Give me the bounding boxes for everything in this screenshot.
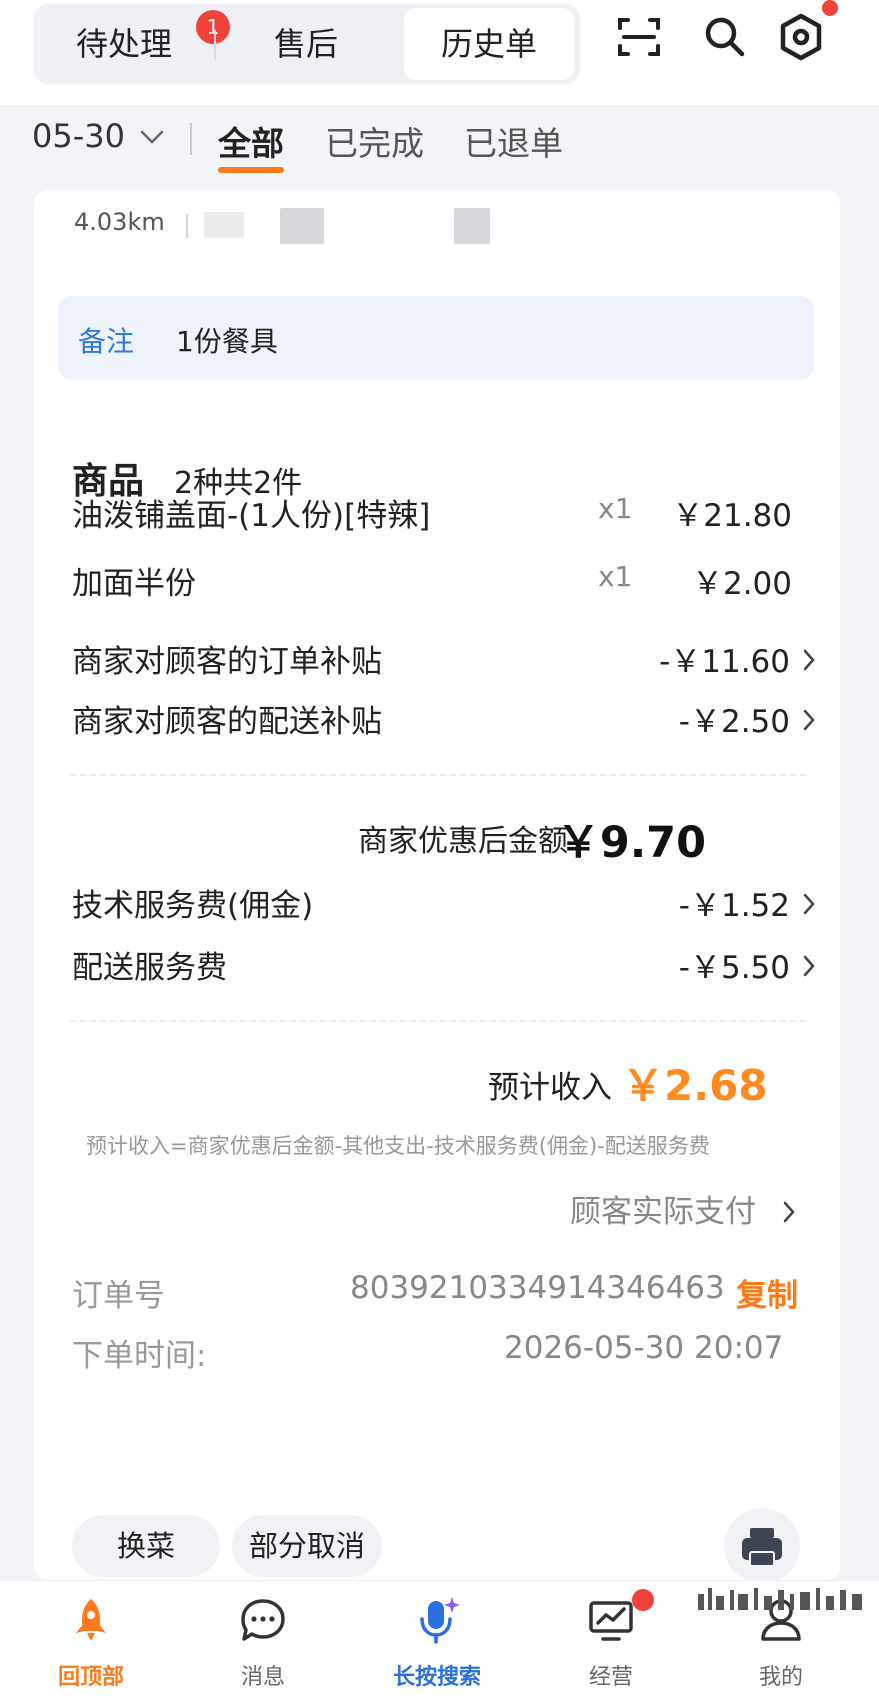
nav-label: 消息 [240, 1665, 285, 1690]
nav-label: 经营 [588, 1665, 633, 1690]
redacted-address [280, 208, 324, 244]
distance-divider [186, 214, 188, 238]
nav-label: 我的 [758, 1665, 803, 1690]
redacted-address [204, 212, 244, 238]
nav-label: 长按搜索 [392, 1665, 481, 1690]
printer-icon [742, 1528, 782, 1567]
filter-divider [190, 123, 192, 155]
business-notification-dot [632, 1589, 654, 1611]
subsidy-amount: -￥11.60 [659, 644, 790, 680]
order-time: 2026-05-30 20:07 [504, 1330, 784, 1366]
filter-bar: 05-30 全部 已完成 已退单 [0, 105, 879, 185]
nav-back-to-top[interactable]: 回顶部 [16, 1581, 166, 1703]
tab-after-sales[interactable]: 售后 [216, 4, 396, 84]
income-amount: ￥2.68 [622, 1061, 768, 1110]
chevron-right-icon [803, 649, 815, 671]
tab-pending-label: 待处理 [75, 25, 172, 63]
tab-history[interactable]: 历史单 [404, 8, 574, 80]
chat-bubble-icon [241, 1599, 285, 1641]
order-tab-segment: 待处理 1 售后 历史单 [34, 4, 580, 84]
goods-item-name: 加面半份 [72, 566, 196, 602]
delivery-fee-row[interactable]: 配送服务费 -￥5.50 [72, 942, 830, 992]
filter-tab-refunded[interactable]: 已退单 [464, 117, 563, 165]
after-discount-label: 商家优惠后金额 [358, 824, 568, 859]
top-bar: 待处理 1 售后 历史单 [0, 0, 879, 105]
order-note: 备注 1份餐具 [58, 296, 814, 380]
dashed-divider [70, 774, 806, 776]
rocket-icon [76, 1599, 106, 1641]
filter-tab-all[interactable]: 全部 [218, 117, 284, 165]
chevron-right-icon [803, 709, 815, 731]
chart-monitor-icon [589, 1601, 633, 1641]
delivery-subsidy-row[interactable]: 商家对顾客的配送补贴 -￥2.50 [72, 696, 830, 746]
search-icon[interactable] [700, 12, 750, 62]
after-discount-amount: ￥9.70 [556, 818, 706, 868]
chevron-right-icon [803, 955, 815, 977]
mic-sparkle-icon [420, 1597, 460, 1644]
settings-notification-dot [822, 0, 838, 16]
income-formula: 预计收入=商家优惠后金额-其他支出-技术服务费(佣金)-配送服务费 [86, 1134, 710, 1158]
copy-order-number-button[interactable]: 复制 [736, 1270, 798, 1315]
fee-name: 配送服务费 [72, 950, 227, 986]
fee-name: 技术服务费(佣金) [72, 888, 314, 924]
settings-hex-icon[interactable] [776, 12, 826, 62]
replace-dish-button[interactable]: 换菜 [72, 1515, 220, 1577]
subsidy-name: 商家对顾客的配送补贴 [72, 704, 382, 740]
tab-after-sales-label: 售后 [273, 25, 338, 63]
order-number-label: 订单号 [72, 1278, 165, 1314]
order-subsidy-row[interactable]: 商家对顾客的订单补贴 -￥11.60 [72, 636, 830, 686]
active-tab-underline [218, 167, 284, 173]
order-detail-card: 4.03km 备注 1份餐具 商品 2种共2件 油泼铺盖面-(1人份)[特辣] … [34, 190, 840, 1584]
chevron-right-icon [783, 1201, 795, 1223]
fee-amount: -￥1.52 [678, 888, 790, 924]
nav-business[interactable]: 经营 [536, 1581, 686, 1703]
fee-amount: -￥5.50 [678, 950, 790, 986]
nav-messages[interactable]: 消息 [188, 1581, 338, 1703]
watermark-logo [698, 1588, 862, 1610]
commission-fee-row[interactable]: 技术服务费(佣金) -￥1.52 [72, 880, 830, 930]
actual-payment-link[interactable]: 顾客实际支付 [570, 1186, 756, 1231]
scan-icon[interactable] [614, 12, 664, 62]
delivery-distance: 4.03km [74, 208, 165, 236]
print-button[interactable] [724, 1508, 800, 1584]
nav-long-press-search[interactable]: 长按搜索 [362, 1581, 512, 1703]
chevron-right-icon [803, 893, 815, 915]
note-text: 1份餐具 [176, 325, 278, 358]
goods-item-qty: x1 [598, 560, 633, 593]
date-value: 05-30 [32, 117, 125, 155]
income-label: 预计收入 [488, 1070, 612, 1106]
chevron-down-icon [140, 130, 164, 144]
goods-item-qty: x1 [598, 492, 633, 525]
filter-tab-completed[interactable]: 已完成 [325, 117, 424, 165]
goods-item-price: ￥21.80 [672, 498, 792, 534]
goods-item-price: ￥2.00 [691, 566, 792, 602]
dashed-divider [70, 1020, 806, 1022]
tab-history-label: 历史单 [440, 25, 537, 63]
nav-label: 回顶部 [57, 1665, 124, 1690]
redacted-address [454, 208, 490, 244]
note-label: 备注 [78, 325, 135, 358]
goods-item-name: 油泼铺盖面-(1人份)[特辣] [72, 498, 431, 534]
subsidy-amount: -￥2.50 [678, 704, 790, 740]
partial-cancel-button[interactable]: 部分取消 [232, 1515, 382, 1577]
subsidy-name: 商家对顾客的订单补贴 [72, 644, 382, 680]
tab-pending[interactable]: 待处理 [34, 4, 214, 84]
goods-item-row: 油泼铺盖面-(1人份)[特辣] x1 ￥21.80 [72, 490, 830, 540]
order-number: 8039210334914346463 [350, 1270, 725, 1306]
order-time-label: 下单时间: [72, 1338, 207, 1374]
goods-item-row: 加面半份 x1 ￥2.00 [72, 558, 830, 608]
